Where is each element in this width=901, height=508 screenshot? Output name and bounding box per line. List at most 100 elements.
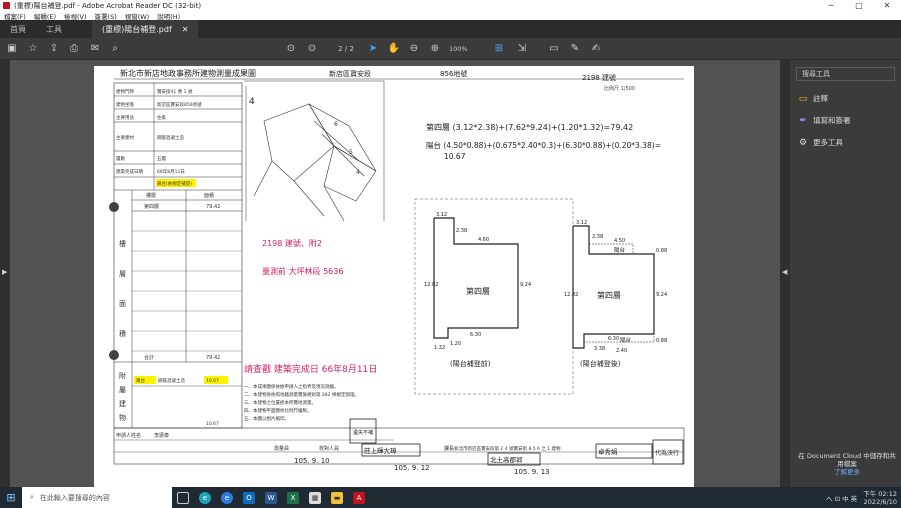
page-current[interactable]: 2	[338, 45, 342, 53]
edge-browser-icon[interactable]: e	[216, 487, 238, 508]
next-page-icon[interactable]: ⊙	[305, 42, 319, 56]
menu-file[interactable]: 檔案(F)	[4, 11, 26, 21]
tool-fill-sign[interactable]: ✒ 填寫和簽署	[798, 115, 850, 126]
handwritten-note-1: 2198 建號、附2	[262, 238, 322, 248]
bookmark-star-icon[interactable]: ☆	[26, 42, 40, 56]
zoom-level[interactable]: 100%	[449, 43, 477, 55]
doc-scale: 比例尺 1/500	[604, 85, 635, 92]
photos-icon[interactable]: ▦	[304, 487, 326, 508]
svg-text:1.32: 1.32	[434, 345, 445, 351]
left-collapse-strip[interactable]: ▶	[0, 60, 10, 487]
fit-page-icon[interactable]: ⊞	[492, 42, 506, 56]
tool-more[interactable]: ⚙ 更多工具	[798, 137, 843, 148]
svg-text:一、本成果圖係依據申請人之指界及現況測繪。: 一、本成果圖係依據申請人之指界及現況測繪。	[244, 383, 339, 390]
svg-text:物: 物	[119, 413, 126, 422]
taskbar-search-input[interactable]: ⌕ 在此輸入要搜尋的內容	[22, 487, 172, 508]
highlight-pen-icon[interactable]: ✎	[568, 42, 582, 56]
svg-text:6: 6	[334, 121, 338, 128]
svg-text:0.88: 0.88	[656, 248, 667, 254]
tab-home[interactable]: 首頁	[0, 20, 36, 38]
acrobat-taskbar-icon[interactable]: A	[348, 487, 370, 508]
svg-text:105. 9. 12: 105. 9. 12	[394, 464, 430, 472]
svg-text:積: 積	[119, 329, 126, 338]
expand-left-arrow-icon[interactable]: ▶	[2, 268, 7, 276]
svg-text:陽台(依規定補登): 陽台(依規定補登)	[157, 180, 192, 187]
clock[interactable]: 下午 02:12 2022/6/10	[863, 490, 897, 506]
svg-text:莊上輝大璋: 莊上輝大璋	[364, 446, 397, 455]
save-icon[interactable]: ▣	[5, 42, 19, 56]
svg-text:陽台: 陽台	[620, 336, 632, 344]
svg-text:9.24: 9.24	[656, 292, 667, 298]
document-cloud-promo: 在 Document Cloud 中儲存和共用檔案 了解更多	[798, 452, 896, 476]
tab-tools[interactable]: 工具	[36, 20, 72, 38]
task-view-icon[interactable]	[172, 487, 194, 508]
menu-help[interactable]: 說明(H)	[157, 11, 180, 21]
learn-more-link[interactable]: 了解更多	[798, 468, 896, 476]
svg-text:第四層: 第四層	[144, 203, 159, 210]
svg-text:五層: 五層	[157, 156, 166, 162]
svg-text:建物門牌: 建物門牌	[116, 88, 134, 95]
tray-icons[interactable]: へ ⊡ 中 英	[826, 493, 857, 503]
right-collapse-strip[interactable]: ◀	[780, 60, 790, 487]
svg-text:10.67: 10.67	[206, 421, 219, 427]
svg-text:5: 5	[349, 149, 353, 156]
menu-sign[interactable]: 簽署(S)	[95, 11, 117, 21]
svg-text:6.30: 6.30	[608, 336, 619, 342]
page-indicator[interactable]: 2 / 2	[331, 43, 361, 55]
svg-text:層: 層	[119, 270, 126, 278]
svg-text:105. 9. 10: 105. 9. 10	[294, 457, 330, 465]
word-icon[interactable]: W	[260, 487, 282, 508]
svg-text:合計: 合計	[144, 354, 154, 361]
svg-text:住家: 住家	[157, 114, 166, 121]
svg-text:樓層: 樓層	[146, 192, 156, 199]
svg-text:4: 4	[356, 169, 360, 176]
handwritten-note-3: 請查戳 建築完成日 66年8月11日	[244, 363, 377, 375]
collapse-right-arrow-icon[interactable]: ◀	[782, 268, 787, 276]
svg-text:課長: 課長	[444, 445, 454, 452]
stamp-lost: 遺失不補	[353, 429, 373, 436]
handwritten-note-2: 量測前 大坪林段 5636	[262, 266, 343, 276]
excel-icon[interactable]: X	[282, 487, 304, 508]
svg-text:79.42: 79.42	[206, 204, 220, 210]
select-cursor-icon[interactable]: ➤	[366, 42, 380, 56]
comment-icon: ▭	[798, 93, 808, 104]
minimize-button[interactable]: ─	[817, 0, 845, 11]
windows-start-icon[interactable]: ⊞	[0, 487, 22, 508]
upload-icon[interactable]: ⇪	[47, 42, 61, 56]
fill-sign-icon: ✒	[799, 115, 807, 126]
svg-text:面積: 面積	[204, 192, 214, 199]
search-icon[interactable]: ⌕	[108, 42, 122, 56]
hand-tool-icon[interactable]: ✋	[387, 42, 401, 56]
menu-edit[interactable]: 編輯(E)	[34, 11, 56, 21]
menu-view[interactable]: 檢視(V)	[64, 11, 87, 21]
maximize-button[interactable]: □	[845, 0, 873, 11]
svg-text:66年8月11日: 66年8月11日	[157, 168, 185, 175]
scroll-mode-icon[interactable]: ⇲	[515, 42, 529, 56]
tool-comment[interactable]: ▭ 註釋	[798, 93, 828, 104]
doc-header-section: 新店區寶安段	[329, 69, 371, 78]
tools-search-input[interactable]: 搜尋工具	[796, 67, 895, 81]
svg-text:3.12: 3.12	[436, 212, 447, 218]
tab-document[interactable]: (重標)陽台補登.pdf ✕	[92, 20, 199, 38]
close-window-button[interactable]: ✕	[873, 0, 901, 11]
print-icon[interactable]: ⎙	[67, 42, 81, 56]
menu-window[interactable]: 視窗(W)	[125, 11, 150, 21]
email-icon[interactable]: ✉	[88, 42, 102, 56]
prev-page-icon[interactable]: ⊙	[284, 42, 298, 56]
svg-text:4.50: 4.50	[614, 238, 625, 244]
outlook-icon[interactable]: O	[238, 487, 260, 508]
svg-text:4.60: 4.60	[478, 237, 489, 243]
svg-text:主要建材: 主要建材	[116, 134, 134, 141]
cadastral-map-sketch	[253, 103, 377, 222]
svg-text:附: 附	[119, 371, 126, 380]
comment-toolbar-icon[interactable]: ▭	[547, 42, 561, 56]
plan-after-caption: (陽台補登後)	[580, 359, 621, 368]
tab-close-icon[interactable]: ✕	[182, 25, 189, 34]
document-viewport[interactable]: 新北市新店地政事務所建物測量成果圖 新店區寶安段 856地號 2198 建號 比…	[10, 60, 780, 487]
zoom-in-icon[interactable]: ⊕	[428, 42, 442, 56]
explorer-icon[interactable]: ▬	[326, 487, 348, 508]
edge-icon[interactable]: e	[194, 487, 216, 508]
zoom-out-icon[interactable]: ⊖	[407, 42, 421, 56]
sign-icon[interactable]: ✍	[589, 42, 603, 56]
svg-text:面: 面	[119, 300, 126, 308]
